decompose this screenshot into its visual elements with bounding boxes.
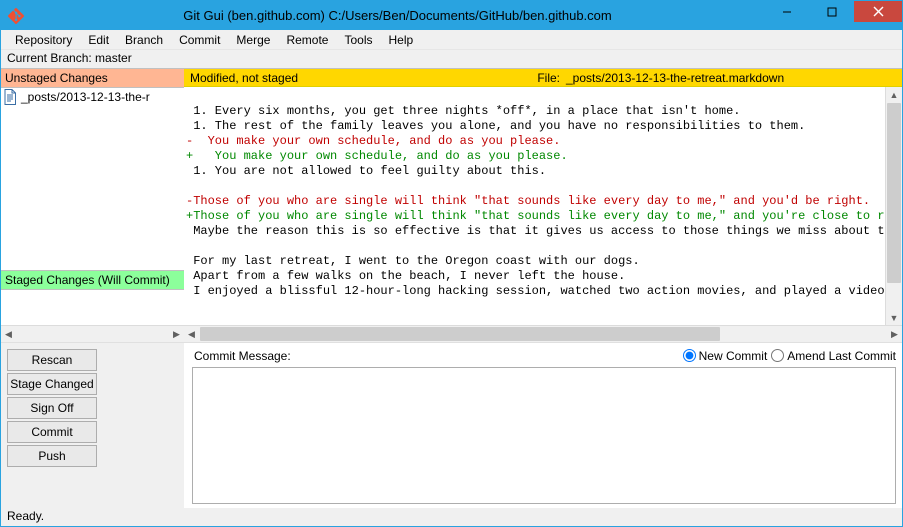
commit-area: Commit Message: New Commit Amend Last Co… [184,343,902,508]
staged-file-list[interactable] [1,290,184,325]
menu-commit[interactable]: Commit [171,31,228,49]
staged-header: Staged Changes (Will Commit) [1,270,184,290]
diff-line [184,89,885,104]
minimize-button[interactable] [764,1,809,22]
diff-line: - You make your own schedule, and do as … [184,134,885,149]
file-icon [3,89,17,105]
unstaged-file-item[interactable]: _posts/2013-12-13-the-r [1,88,184,106]
file-name: _posts/2013-12-13-the-r [21,90,150,104]
diff-header: Modified, not staged File: _posts/2013-1… [184,68,902,87]
menu-branch[interactable]: Branch [117,31,171,49]
scroll-up-icon[interactable]: ▲ [886,87,902,102]
scroll-thumb[interactable] [887,103,901,283]
window-title: Git Gui (ben.github.com) C:/Users/Ben/Do… [31,8,764,23]
window-controls [764,1,902,30]
right-column: Modified, not staged File: _posts/2013-1… [184,68,902,342]
unstaged-file-list[interactable]: _posts/2013-12-13-the-r [1,88,184,270]
close-button[interactable] [854,1,902,22]
commit-message-input[interactable] [192,367,896,504]
sign-off-button[interactable]: Sign Off [7,397,97,419]
status-bar: Ready. [1,508,902,526]
diff-hscrollbar[interactable]: ◀ ▶ [184,325,902,342]
diff-file-prefix: File: [520,71,560,85]
work-area: Unstaged Changes _posts/2013-12-13-the-r… [1,68,902,508]
diff-file-path: _posts/2013-12-13-the-retreat.markdown [566,71,784,85]
stage-changed-button[interactable]: Stage Changed [7,373,97,395]
menu-help[interactable]: Help [380,31,421,49]
diff-line: 1. Every six months, you get three night… [184,104,885,119]
push-button[interactable]: Push [7,445,97,467]
scroll-right-icon[interactable]: ▶ [169,326,184,342]
git-icon [7,7,25,25]
diff-line: -Those of you who are single will think … [184,194,885,209]
upper-pane: Unstaged Changes _posts/2013-12-13-the-r… [1,68,902,342]
main-window: Git Gui (ben.github.com) C:/Users/Ben/Do… [0,0,903,527]
menu-remote[interactable]: Remote [278,31,336,49]
diff-vscrollbar[interactable]: ▲ ▼ [885,87,902,325]
diff-line: Maybe the reason this is so effective is… [184,224,885,239]
menu-edit[interactable]: Edit [80,31,117,49]
current-branch-line: Current Branch: master [1,50,902,68]
diff-wrap: 1. Every six months, you get three night… [184,87,902,325]
diff-line: I enjoyed a blissful 12-hour-long hackin… [184,284,885,299]
diff-line [184,239,885,254]
commit-body [184,367,896,504]
diff-line: Apart from a few walks on the beach, I n… [184,269,885,284]
menubar: Repository Edit Branch Commit Merge Remo… [1,30,902,50]
titlebar: Git Gui (ben.github.com) C:/Users/Ben/Do… [1,1,902,30]
diff-line: +Those of you who are single will think … [184,209,885,224]
new-commit-radio[interactable]: New Commit [683,349,768,363]
commit-row: Commit Message: New Commit Amend Last Co… [184,347,896,367]
diff-view[interactable]: 1. Every six months, you get three night… [184,87,885,325]
left-column: Unstaged Changes _posts/2013-12-13-the-r… [1,68,184,342]
diff-line [184,179,885,194]
scroll-left-icon[interactable]: ◀ [1,326,16,342]
commit-button-panel: Rescan Stage Changed Sign Off Commit Pus… [1,343,184,508]
scroll-right-icon[interactable]: ▶ [887,326,902,342]
left-hscrollbar[interactable]: ◀ ▶ [1,325,184,342]
menu-repository[interactable]: Repository [7,31,80,49]
scroll-down-icon[interactable]: ▼ [886,310,902,325]
amend-commit-radio-input[interactable] [771,349,784,362]
button-stack: Rescan Stage Changed Sign Off Commit Pus… [1,343,184,467]
commit-message-label: Commit Message: [194,349,394,363]
diff-status-label: Modified, not staged [190,71,520,85]
scroll-thumb[interactable] [200,327,720,341]
scroll-left-icon[interactable]: ◀ [184,326,199,342]
menu-merge[interactable]: Merge [228,31,278,49]
diff-line: + You make your own schedule, and do as … [184,149,885,164]
amend-commit-radio[interactable]: Amend Last Commit [771,349,896,363]
diff-line: 1. The rest of the family leaves you alo… [184,119,885,134]
rescan-button[interactable]: Rescan [7,349,97,371]
menu-tools[interactable]: Tools [336,31,380,49]
lower-pane: Rescan Stage Changed Sign Off Commit Pus… [1,342,902,508]
new-commit-radio-input[interactable] [683,349,696,362]
commit-button[interactable]: Commit [7,421,97,443]
diff-line: For my last retreat, I went to the Orego… [184,254,885,269]
maximize-button[interactable] [809,1,854,22]
diff-line: 1. You are not allowed to feel guilty ab… [184,164,885,179]
commit-type-radiogroup: New Commit Amend Last Commit [683,349,896,363]
unstaged-header: Unstaged Changes [1,68,184,88]
